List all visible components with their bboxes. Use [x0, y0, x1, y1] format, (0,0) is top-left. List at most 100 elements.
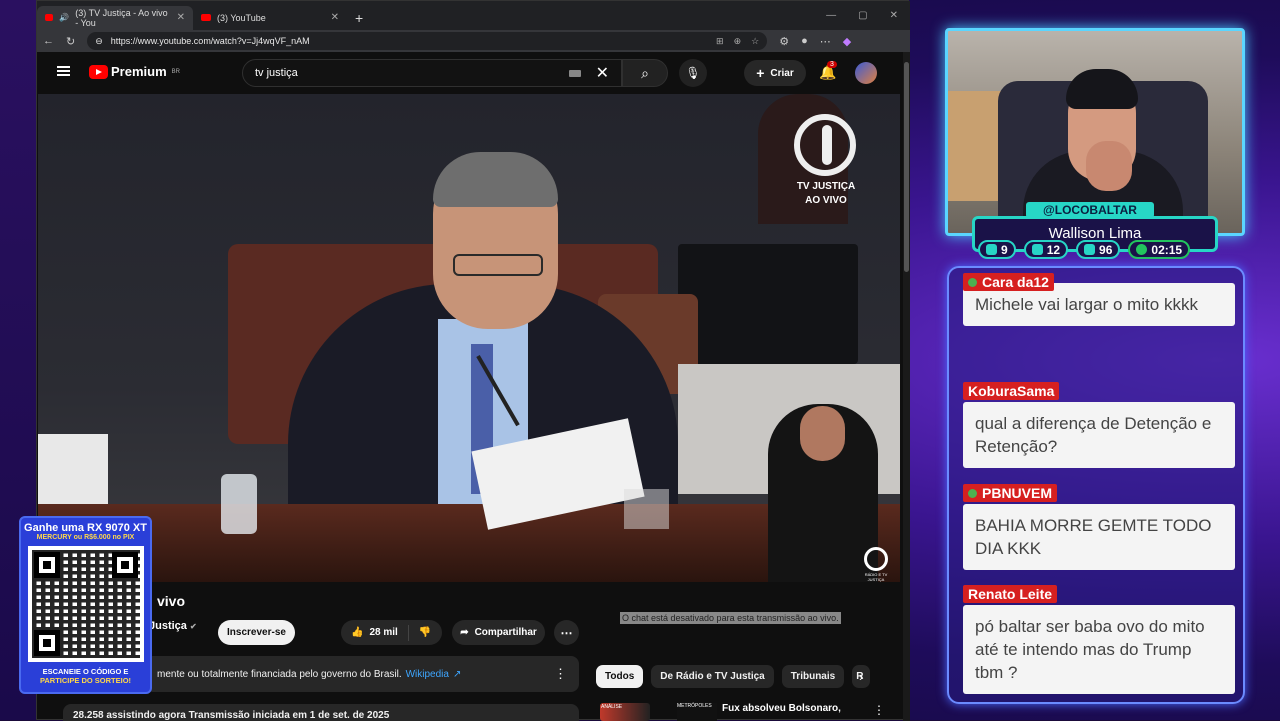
thumbs-up-icon: 👍	[351, 627, 364, 638]
channel-label: Justiça	[149, 620, 187, 632]
profile-icon[interactable]: ●	[801, 35, 808, 47]
chip-radio-tv-justica[interactable]: De Rádio e TV Justiça	[651, 665, 774, 688]
menu-dots-icon[interactable]: ⋯	[820, 35, 831, 48]
favorite-star-icon[interactable]: ☆	[751, 36, 759, 47]
create-label: Criar	[770, 67, 794, 79]
kick-icon	[1084, 244, 1096, 255]
close-tab-icon[interactable]: ✕	[331, 12, 339, 23]
chat-text: qual a diferença de Detenção e Retenção?	[963, 402, 1235, 468]
qr-finder	[33, 630, 60, 656]
search-input[interactable]: tv justiça ✕	[242, 59, 622, 87]
promo-cta-2: PARTICIPE DO SORTEIO!	[39, 676, 132, 685]
radio-tv-justica-logo-icon	[864, 547, 888, 571]
kick-counter: 96	[1076, 240, 1121, 259]
chip-tribunais[interactable]: Tribunais	[781, 665, 845, 688]
scrollbar-thumb[interactable]	[904, 62, 909, 272]
chat-message: PBNUVEM BAHIA MORRE GEMTE TODO DIA KKK	[963, 484, 1235, 570]
voice-search-button[interactable]: 🎙	[679, 59, 707, 87]
video-title: vivo	[157, 593, 186, 609]
rec-badge: ANÁLISE	[601, 704, 623, 710]
new-tab-button[interactable]: +	[347, 6, 371, 30]
page-scrollbar[interactable]	[903, 52, 910, 721]
create-button[interactable]: + Criar	[744, 60, 806, 86]
maximize-icon[interactable]: ▢	[858, 10, 867, 21]
hamburger-menu-icon[interactable]	[57, 66, 70, 76]
window-controls: — ▢ ✕	[826, 10, 910, 21]
external-link-icon: ↗	[452, 668, 462, 680]
extensions-icon[interactable]: ⚙	[779, 35, 789, 48]
close-tab-icon[interactable]: ✕	[177, 12, 185, 23]
search-icon: ⌕	[641, 64, 649, 81]
logo-text: Premium	[111, 64, 167, 79]
youtube-premium-logo[interactable]: Premium BR	[89, 64, 180, 79]
subscribe-button[interactable]: Inscrever-se	[218, 620, 295, 645]
chat-overlay: Cara da12 Michele vai largar o mito kkkk…	[947, 266, 1245, 704]
zoom-icon[interactable]: ⊕	[734, 36, 742, 47]
twitch-counter: 9	[978, 240, 1016, 259]
username-text: Cara da12	[982, 274, 1049, 290]
speaker-icon: 🔊	[59, 13, 70, 22]
minimize-icon[interactable]: —	[826, 10, 836, 21]
share-button[interactable]: ➦ Compartilhar	[452, 620, 545, 645]
streamer-handle: @LOCOBALTAR	[1026, 202, 1154, 218]
clear-search-icon[interactable]: ✕	[596, 63, 609, 83]
counter-value: 96	[1099, 242, 1113, 257]
giveaway-promo: Ganhe uma RX 9070 XT MERCURY ou R$6.000 …	[19, 516, 152, 694]
account-avatar[interactable]	[855, 62, 877, 84]
tv-justica-logo-icon	[794, 114, 856, 176]
webcam-hand	[1086, 141, 1132, 191]
youtube-header: Premium BR tv justiça ✕ ⌕ 🎙 + Criar 🔔 3	[37, 52, 903, 94]
chip-todos[interactable]: Todos	[596, 665, 644, 688]
copilot-icon[interactable]: ◆	[843, 35, 851, 48]
chat-message: Cara da12 Michele vai largar o mito kkkk	[963, 273, 1235, 326]
video-monitor	[678, 244, 858, 364]
url-field[interactable]: ⊖ https://www.youtube.com/watch?v=Jj4wqV…	[87, 32, 768, 50]
chat-username: KoburaSama	[963, 382, 1060, 400]
wikipedia-link[interactable]: Wikipedia	[406, 669, 449, 680]
tab-tv-justica[interactable]: 🔊 (3) TV Justiça - Ao vivo - You ✕	[37, 5, 193, 30]
apps-icon[interactable]: ⊞	[716, 36, 724, 47]
video-interpreter-head	[800, 406, 845, 461]
tab-youtube[interactable]: (3) YouTube ✕	[193, 6, 347, 30]
channel-name[interactable]: Justiça ✔	[149, 620, 197, 632]
info-menu-icon[interactable]: ⋮	[554, 666, 567, 682]
badge-icon	[968, 278, 977, 287]
chat-text: pó baltar ser baba ovo do mito até te in…	[963, 605, 1235, 694]
reload-icon[interactable]: ↻	[66, 35, 75, 48]
close-window-icon[interactable]: ✕	[890, 10, 898, 21]
tab-bar: 🔊 (3) TV Justiça - Ao vivo - You ✕ (3) Y…	[37, 1, 910, 30]
promo-subline: MERCURY ou R$6.000 no PIX	[36, 534, 135, 541]
notifications-button[interactable]: 🔔 3	[819, 61, 837, 81]
search-value: tv justiça	[255, 67, 298, 79]
recommended-title[interactable]: Fux absolveu Bolsonaro,	[722, 703, 841, 714]
url-text: https://www.youtube.com/watch?v=Jj4wqVF_…	[110, 36, 310, 46]
dislike-button[interactable]: 👎	[409, 627, 441, 638]
like-button[interactable]: 👍 28 mil	[341, 624, 409, 641]
qr-finder	[33, 552, 60, 578]
search-button[interactable]: ⌕	[622, 59, 668, 87]
video-left-desk	[38, 434, 108, 514]
video-player[interactable]: TV JUSTIÇA AO VIVO RÁDIO E TV JUSTIÇA	[38, 94, 900, 582]
verified-icon: ✔	[189, 622, 197, 631]
youtube-play-icon	[89, 64, 108, 79]
viewer-counters: 9 12 96 02:15	[978, 240, 1191, 259]
keyboard-icon[interactable]	[569, 70, 581, 77]
badge-icon	[968, 489, 977, 498]
site-info-icon[interactable]: ⊖	[95, 36, 103, 47]
counter-value: 9	[1001, 242, 1008, 257]
more-actions-button[interactable]: ⋯	[554, 620, 579, 645]
recommended-thumbnail[interactable]: ANÁLISE	[600, 703, 650, 721]
promo-cta: ESCANEIE O CÓDIGO E	[42, 667, 129, 676]
youtube-favicon-icon	[201, 14, 211, 21]
thumbs-down-icon: 👎	[418, 627, 432, 638]
webcam-hair	[1066, 69, 1138, 109]
chevron-right-icon[interactable]: ›	[859, 669, 863, 684]
chat-disabled-notice: O chat está desativado para esta transmi…	[620, 612, 841, 624]
counter-value: 02:15	[1151, 242, 1183, 257]
recommended-menu-icon[interactable]: ⋮	[873, 703, 885, 717]
small-watermark-text: RÁDIO E TV JUSTIÇA	[864, 572, 888, 582]
back-icon[interactable]: ←	[43, 35, 54, 47]
tab-label: (3) TV Justiça - Ao vivo - You	[75, 7, 168, 28]
uptime-counter: 02:15	[1128, 240, 1191, 259]
youtube-favicon-icon	[45, 14, 54, 21]
